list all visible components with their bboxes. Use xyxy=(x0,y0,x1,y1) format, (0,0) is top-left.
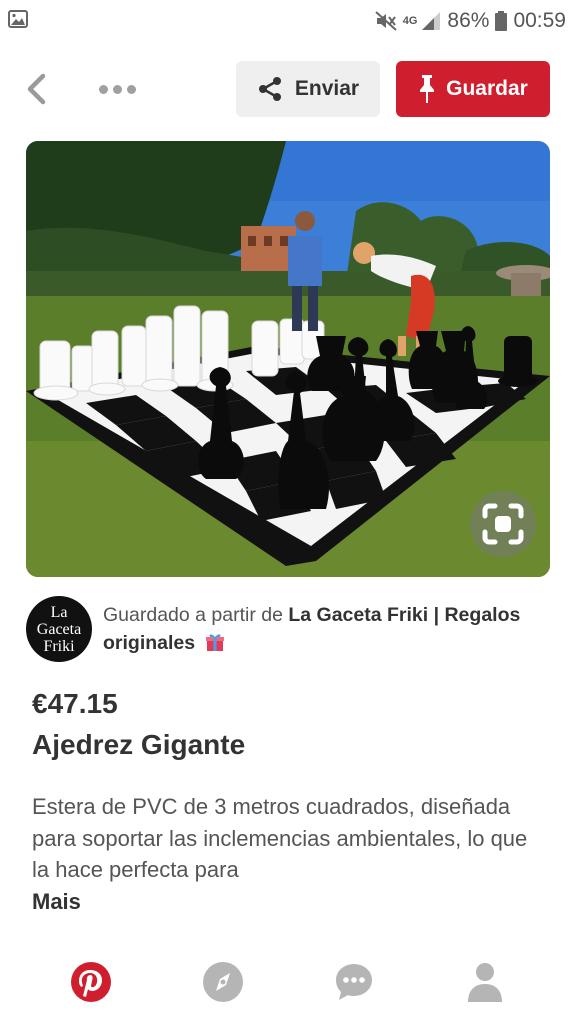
pin-title: Ajedrez Gigante xyxy=(32,729,246,760)
visual-search-button[interactable] xyxy=(470,491,536,557)
source-logo-line: Friki xyxy=(43,637,75,655)
nav-messages[interactable] xyxy=(332,960,376,1004)
clock: 00:59 xyxy=(513,9,566,32)
nav-profile[interactable] xyxy=(463,960,507,1004)
save-label: Guardar xyxy=(446,77,528,100)
explore-icon xyxy=(203,962,243,1002)
nav-explore[interactable] xyxy=(201,960,245,1004)
source-logo[interactable]: La Gaceta Friki xyxy=(26,596,92,662)
back-button[interactable] xyxy=(18,70,54,108)
bottom-navigation xyxy=(0,940,576,1024)
status-indicators: 4G 86% 00:59 xyxy=(375,8,566,34)
gift-icon xyxy=(205,634,224,651)
chevron-left-icon xyxy=(27,73,46,105)
dot xyxy=(126,84,136,94)
read-more-link[interactable]: Mais xyxy=(32,889,81,914)
source-prefix: Guardado a partir de xyxy=(103,604,289,626)
pin-price: €47.15 xyxy=(32,688,118,719)
image-notification-icon xyxy=(8,10,28,28)
status-bar: 4G 86% 00:59 xyxy=(0,0,576,42)
send-label: Enviar xyxy=(294,77,360,100)
source-logo-line: La xyxy=(50,603,68,621)
mute-icon xyxy=(375,11,397,31)
nav-home[interactable] xyxy=(69,960,113,1004)
messages-icon xyxy=(336,964,372,1000)
pin-image[interactable] xyxy=(26,141,550,577)
home-pinterest-icon xyxy=(71,962,111,1002)
signal-icon xyxy=(422,12,441,30)
network-type: 4G xyxy=(402,15,418,27)
battery-percent: 86% xyxy=(447,9,490,32)
pin-source: La Gaceta Friki Guardado a partir de La … xyxy=(26,596,556,662)
source-logo-line: Gaceta xyxy=(36,620,82,638)
dot xyxy=(112,84,122,94)
more-options-button[interactable] xyxy=(92,76,142,102)
source-attribution: Guardado a partir de La Gaceta Friki | R… xyxy=(103,601,543,657)
profile-icon xyxy=(468,963,502,1002)
dot xyxy=(98,84,108,94)
pin-description-text: Estera de PVC de 3 metros cuadrados, dis… xyxy=(32,794,528,882)
pin-action-bar: Enviar Guardar xyxy=(0,60,576,118)
share-icon xyxy=(258,77,281,101)
send-button[interactable]: Enviar xyxy=(236,61,380,117)
pin-icon xyxy=(420,75,435,103)
battery-icon xyxy=(495,11,508,31)
visual-search-icon xyxy=(482,503,524,545)
save-button[interactable]: Guardar xyxy=(396,61,550,117)
pin-description: Estera de PVC de 3 metros cuadrados, dis… xyxy=(32,791,542,917)
